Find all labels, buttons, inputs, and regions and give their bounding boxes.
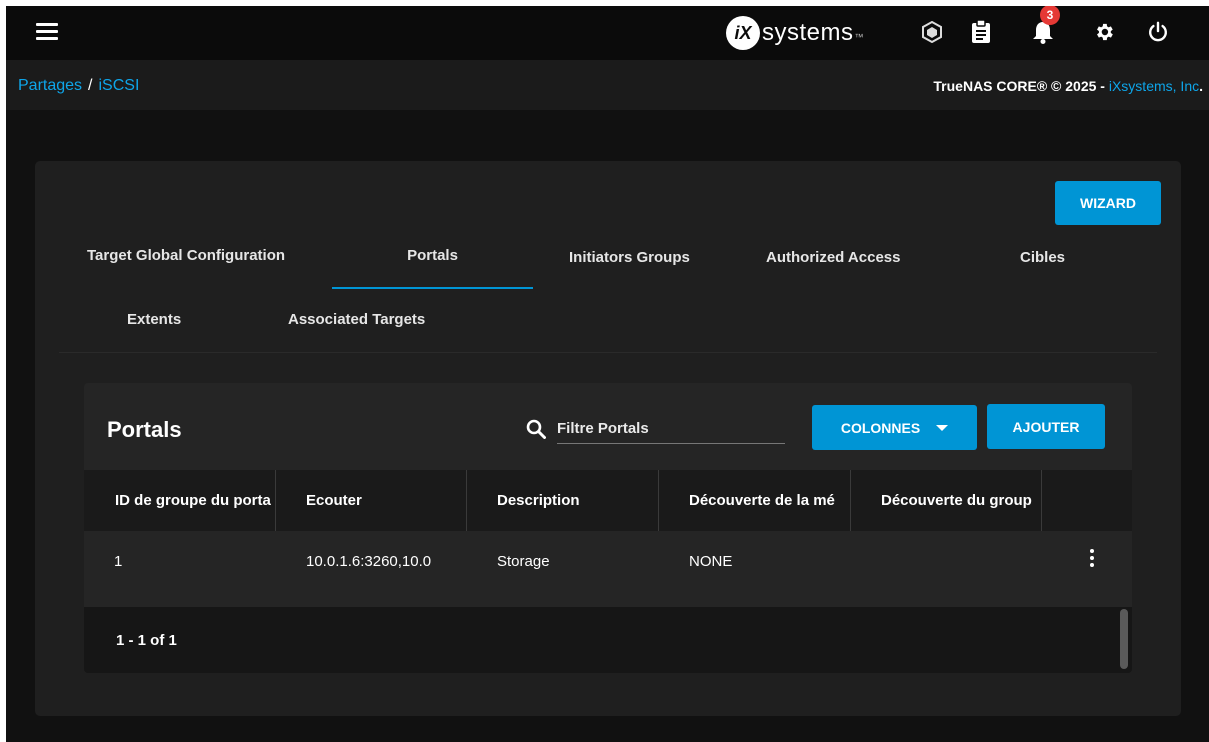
column-header-description[interactable]: Description xyxy=(467,470,659,531)
column-header-discovery-method[interactable]: Découverte de la mé xyxy=(659,470,851,531)
column-header-group-id[interactable]: ID de groupe du porta xyxy=(84,470,276,531)
table-row[interactable]: 1 10.0.1.6:3260,10.0 Storage NONE xyxy=(84,531,1132,591)
app-window: iX systems ™ 3 Partages / iSCSI TrueNAS … xyxy=(6,6,1209,742)
truecommand-icon[interactable] xyxy=(919,19,945,45)
cell-description: Storage xyxy=(497,552,550,570)
copyright-label: TrueNAS CORE® © 2025 - xyxy=(933,78,1109,94)
tab-associated-targets[interactable]: Associated Targets xyxy=(288,311,425,328)
cell-discovery-group xyxy=(851,531,1042,591)
breadcrumb: Partages / iSCSI xyxy=(18,77,139,95)
table-header: ID de groupe du porta Ecouter Descriptio… xyxy=(84,470,1132,531)
tab-initiators-groups[interactable]: Initiators Groups xyxy=(569,249,690,266)
brand-text: systems xyxy=(762,19,854,46)
search-icon xyxy=(526,419,546,439)
breadcrumb-parent-link[interactable]: Partages xyxy=(18,77,82,94)
top-bar: iX systems ™ 3 xyxy=(6,6,1209,60)
column-header-listen[interactable]: Ecouter xyxy=(276,470,467,531)
cell-listen: 10.0.1.6:3260,10.0 xyxy=(306,552,432,570)
columns-button[interactable]: COLONNES xyxy=(812,405,977,450)
table-title: Portals xyxy=(107,417,182,442)
notification-badge: 3 xyxy=(1040,6,1060,25)
search-input[interactable] xyxy=(557,413,785,444)
brand-mark: iX xyxy=(726,16,760,50)
clipboard-icon[interactable] xyxy=(968,19,994,45)
portals-table-panel: Portals COLONNES AJOUTER ID de groupe du… xyxy=(84,383,1132,673)
power-icon[interactable] xyxy=(1145,19,1171,45)
scrollbar[interactable] xyxy=(1120,609,1128,669)
tab-authorized-access[interactable]: Authorized Access xyxy=(766,249,900,266)
tab-extents[interactable]: Extents xyxy=(127,311,181,328)
table-footer: 1 - 1 of 1 xyxy=(84,607,1132,673)
cell-discovery-method: NONE xyxy=(689,552,733,570)
breadcrumb-bar: Partages / iSCSI TrueNAS CORE® © 2025 - iX… xyxy=(6,60,1209,110)
chevron-down-icon xyxy=(936,424,949,431)
breadcrumb-separator: / xyxy=(88,77,93,94)
copyright-suffix: . xyxy=(1199,78,1203,94)
row-actions-icon[interactable] xyxy=(1085,549,1099,573)
tab-cibles[interactable]: Cibles xyxy=(1020,249,1065,266)
tab-target-global-configuration[interactable]: Target Global Configuration xyxy=(87,247,285,264)
column-header-discovery-group[interactable]: Découverte du group xyxy=(851,470,1042,531)
pagination-label: 1 - 1 of 1 xyxy=(116,632,177,649)
cell-group-id: 1 xyxy=(114,552,123,570)
menu-icon[interactable] xyxy=(36,23,58,41)
tabs-divider xyxy=(59,352,1157,353)
brand-trademark: ™ xyxy=(854,32,864,42)
ixsystems-link[interactable]: iXsystems, Inc xyxy=(1109,78,1199,94)
breadcrumb-current-link[interactable]: iSCSI xyxy=(99,77,140,94)
brand-logo: iX systems ™ xyxy=(726,15,864,51)
add-button[interactable]: AJOUTER xyxy=(987,404,1105,449)
tab-portals[interactable]: Portals xyxy=(332,247,533,264)
wizard-button[interactable]: WIZARD xyxy=(1055,181,1161,225)
columns-button-label: COLONNES xyxy=(840,419,921,436)
copyright-text: TrueNAS CORE® © 2025 - iXsystems, Inc. xyxy=(933,78,1203,94)
active-tab-indicator xyxy=(332,287,533,289)
gear-icon[interactable] xyxy=(1091,19,1117,45)
iscsi-card: WIZARD Target Global Configuration Porta… xyxy=(35,161,1181,716)
